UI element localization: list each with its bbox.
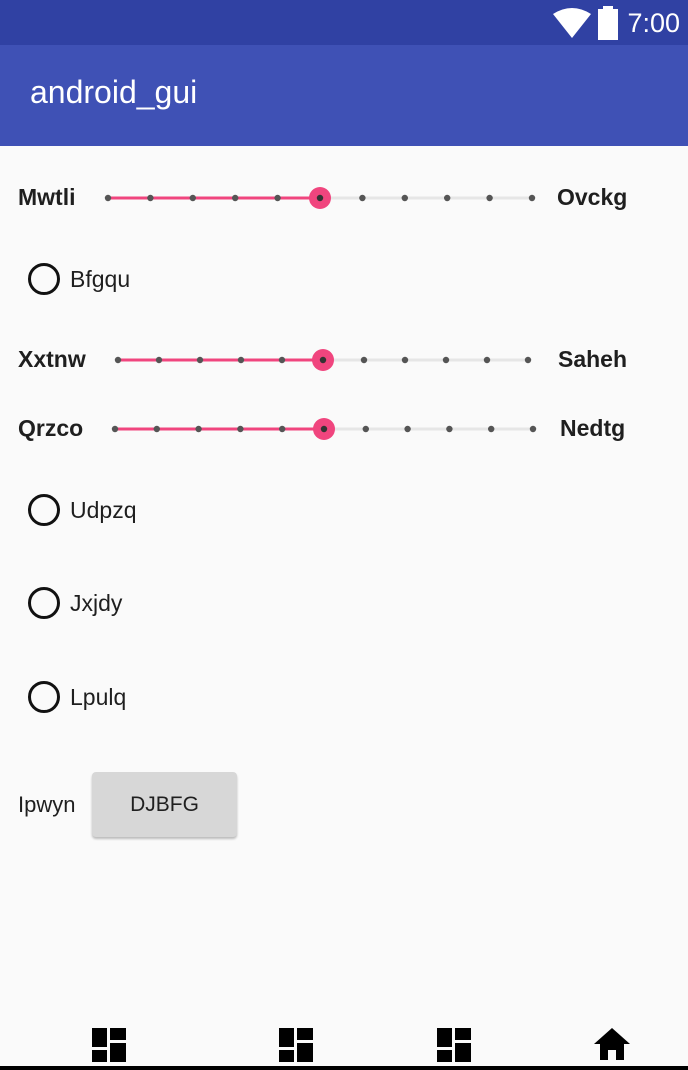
slider-tick [529, 425, 537, 433]
slider-tick [189, 194, 196, 202]
app-title: android_gui [30, 74, 198, 110]
slider-tick [488, 425, 495, 433]
slider-1-right-label: Ovckg [557, 184, 628, 210]
radio-circle [28, 587, 60, 619]
slider-tick [155, 356, 163, 364]
slider-tick [404, 425, 411, 433]
slider-tick [528, 194, 536, 202]
slider-tick [483, 356, 491, 364]
slider-tick [401, 356, 409, 364]
slider-1-track [104, 187, 536, 209]
slider-tick [278, 356, 286, 364]
slider-tick [111, 425, 119, 433]
slider-2-left-label: Xxtnw [18, 346, 86, 372]
slider-tick [524, 356, 532, 364]
slider-3-track [111, 418, 537, 440]
djbfg-button[interactable]: DJBFG [92, 772, 237, 837]
slider-1-left-label: Mwtli [18, 184, 76, 210]
slider-tick [279, 425, 286, 433]
slider-3[interactable] [105, 409, 543, 449]
slider-3-right-label: Nedtg [560, 415, 626, 441]
slider-tick [274, 194, 281, 202]
radio-udpzq[interactable]: Udpzq [28, 490, 136, 530]
ipwyn-label: Ipwyn [18, 792, 76, 817]
slider-tick [401, 194, 408, 202]
slider-3-left-label: Qrzco [18, 415, 84, 441]
status-time: 7:00 [627, 7, 680, 38]
slider-1[interactable] [98, 178, 542, 218]
slider-tick [360, 356, 368, 364]
radio-label: Udpzq [70, 496, 137, 523]
slider-tick [237, 425, 244, 433]
wifi-icon [553, 8, 592, 38]
status-icons: 7:00 [553, 6, 680, 40]
radio-jxjdy[interactable]: Jxjdy [28, 583, 122, 623]
slider-tick [359, 194, 366, 202]
radio-circle [28, 681, 60, 713]
slider-2-right-label: Saheh [558, 346, 628, 372]
slider-2[interactable] [108, 340, 538, 380]
home-icon[interactable] [594, 1028, 630, 1060]
radio-circle [28, 263, 60, 295]
dashboard-icon[interactable] [92, 1028, 126, 1062]
slider-thumb-dot [319, 356, 327, 364]
status-bar: 7:00 [0, 0, 688, 45]
slider-tick [195, 425, 202, 433]
slider-tick [486, 194, 493, 202]
slider-2-track [114, 349, 532, 371]
slider-tick [237, 356, 245, 364]
slider-tick [147, 194, 154, 202]
slider-tick [114, 356, 122, 364]
slider-tick [196, 356, 204, 364]
slider-tick [442, 356, 450, 364]
slider-tick [444, 194, 451, 202]
slider-thumb-dot [316, 194, 324, 202]
dashboard-icon[interactable] [279, 1028, 313, 1062]
slider-tick [104, 194, 112, 202]
bottom-nav [0, 1020, 688, 1070]
radio-circle [28, 494, 60, 526]
app-bar: android_gui [0, 45, 688, 146]
radio-bfgqu[interactable]: Bfgqu [28, 259, 130, 299]
slider-thumb-dot [320, 425, 328, 433]
slider-tick [446, 425, 453, 433]
dashboard-icon[interactable] [437, 1028, 471, 1062]
battery-icon [598, 6, 619, 40]
slider-tick [153, 425, 160, 433]
slider-tick [362, 425, 369, 433]
slider-tick [232, 194, 239, 202]
radio-label: Bfgqu [70, 265, 131, 292]
radio-label: Lpulq [70, 683, 127, 710]
radio-lpulq[interactable]: Lpulq [28, 677, 126, 717]
nav-divider [0, 1066, 688, 1070]
radio-label: Jxjdy [70, 589, 123, 616]
